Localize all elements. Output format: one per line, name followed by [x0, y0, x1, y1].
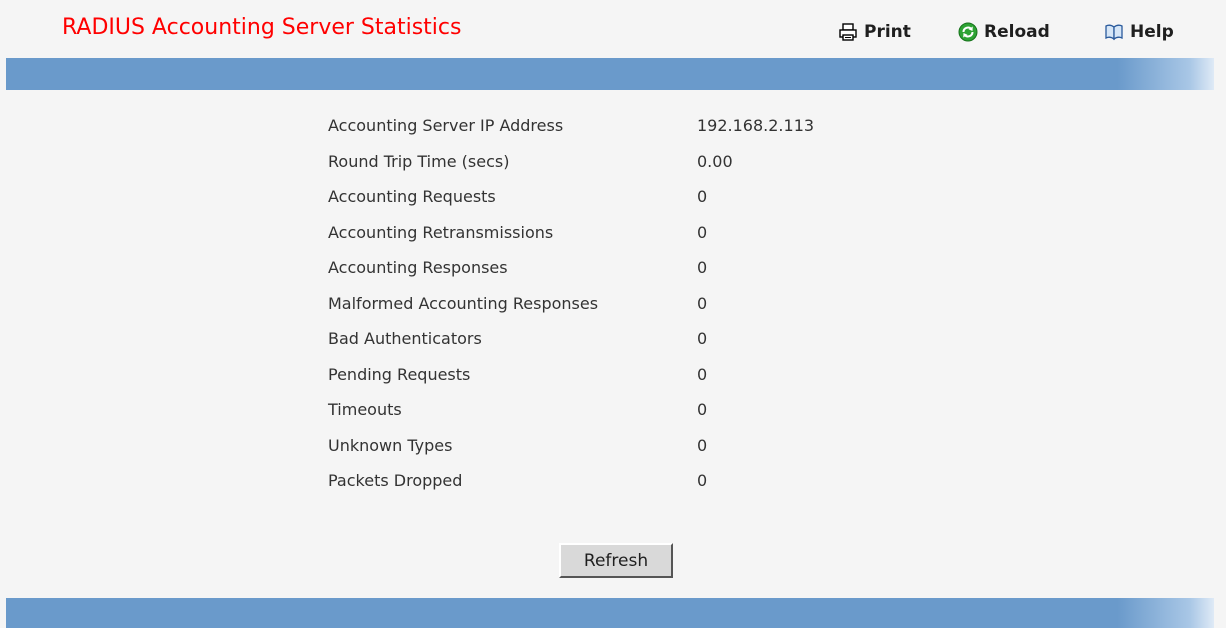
- stat-label: Bad Authenticators: [328, 329, 482, 349]
- stat-row-pending-requests: Pending Requests 0: [328, 357, 814, 393]
- stat-value: 0: [697, 222, 708, 242]
- help-link[interactable]: Help: [1104, 20, 1174, 44]
- stat-value: 0.00: [697, 151, 733, 171]
- stat-label: Accounting Responses: [328, 258, 508, 278]
- stat-row-timeouts: Timeouts 0: [328, 392, 814, 428]
- reload-link[interactable]: Reload: [958, 20, 1050, 44]
- header-bar: RADIUS Accounting Server Statistics Prin…: [0, 0, 1226, 58]
- print-label: Print: [864, 22, 911, 42]
- stat-row-unknown-types: Unknown Types 0: [328, 428, 814, 464]
- header-band: [6, 58, 1214, 90]
- reload-icon: [958, 22, 978, 42]
- stat-label: Timeouts: [328, 400, 402, 420]
- page: RADIUS Accounting Server Statistics Prin…: [0, 0, 1226, 628]
- refresh-button[interactable]: Refresh: [559, 543, 673, 578]
- stat-value: 0: [697, 471, 708, 491]
- stat-value: 0: [697, 364, 708, 384]
- stat-row-round-trip-time: Round Trip Time (secs) 0.00: [328, 144, 814, 180]
- stat-row-bad-authenticators: Bad Authenticators 0: [328, 321, 814, 357]
- stat-label: Pending Requests: [328, 364, 471, 384]
- stat-value: 0: [697, 258, 708, 278]
- book-icon: [1104, 22, 1124, 42]
- stat-value: 0: [697, 187, 708, 207]
- stat-label: Unknown Types: [328, 435, 453, 455]
- stat-row-retransmissions: Accounting Retransmissions 0: [328, 215, 814, 251]
- stat-row-requests: Accounting Requests 0: [328, 179, 814, 215]
- stat-label: Accounting Retransmissions: [328, 222, 554, 242]
- stat-row-malformed-responses: Malformed Accounting Responses 0: [328, 286, 814, 322]
- help-label: Help: [1130, 22, 1174, 42]
- stat-label: Round Trip Time (secs): [328, 151, 510, 171]
- stat-value: 192.168.2.113: [697, 116, 815, 136]
- stat-row-responses: Accounting Responses 0: [328, 250, 814, 286]
- footer-band: [6, 598, 1214, 628]
- stat-label: Malformed Accounting Responses: [328, 293, 599, 313]
- stat-value: 0: [697, 400, 708, 420]
- stat-value: 0: [697, 329, 708, 349]
- stat-label: Accounting Server IP Address: [328, 116, 564, 136]
- page-title: RADIUS Accounting Server Statistics: [62, 15, 462, 40]
- stat-value: 0: [697, 293, 708, 313]
- reload-label: Reload: [984, 22, 1050, 42]
- printer-icon: [838, 22, 858, 42]
- stat-label: Packets Dropped: [328, 471, 463, 491]
- stat-label: Accounting Requests: [328, 187, 496, 207]
- print-link[interactable]: Print: [838, 20, 911, 44]
- stat-row-server-ip: Accounting Server IP Address 192.168.2.1…: [328, 108, 814, 144]
- stat-row-packets-dropped: Packets Dropped 0: [328, 463, 814, 499]
- stat-value: 0: [697, 435, 708, 455]
- statistics-table: Accounting Server IP Address 192.168.2.1…: [328, 108, 814, 499]
